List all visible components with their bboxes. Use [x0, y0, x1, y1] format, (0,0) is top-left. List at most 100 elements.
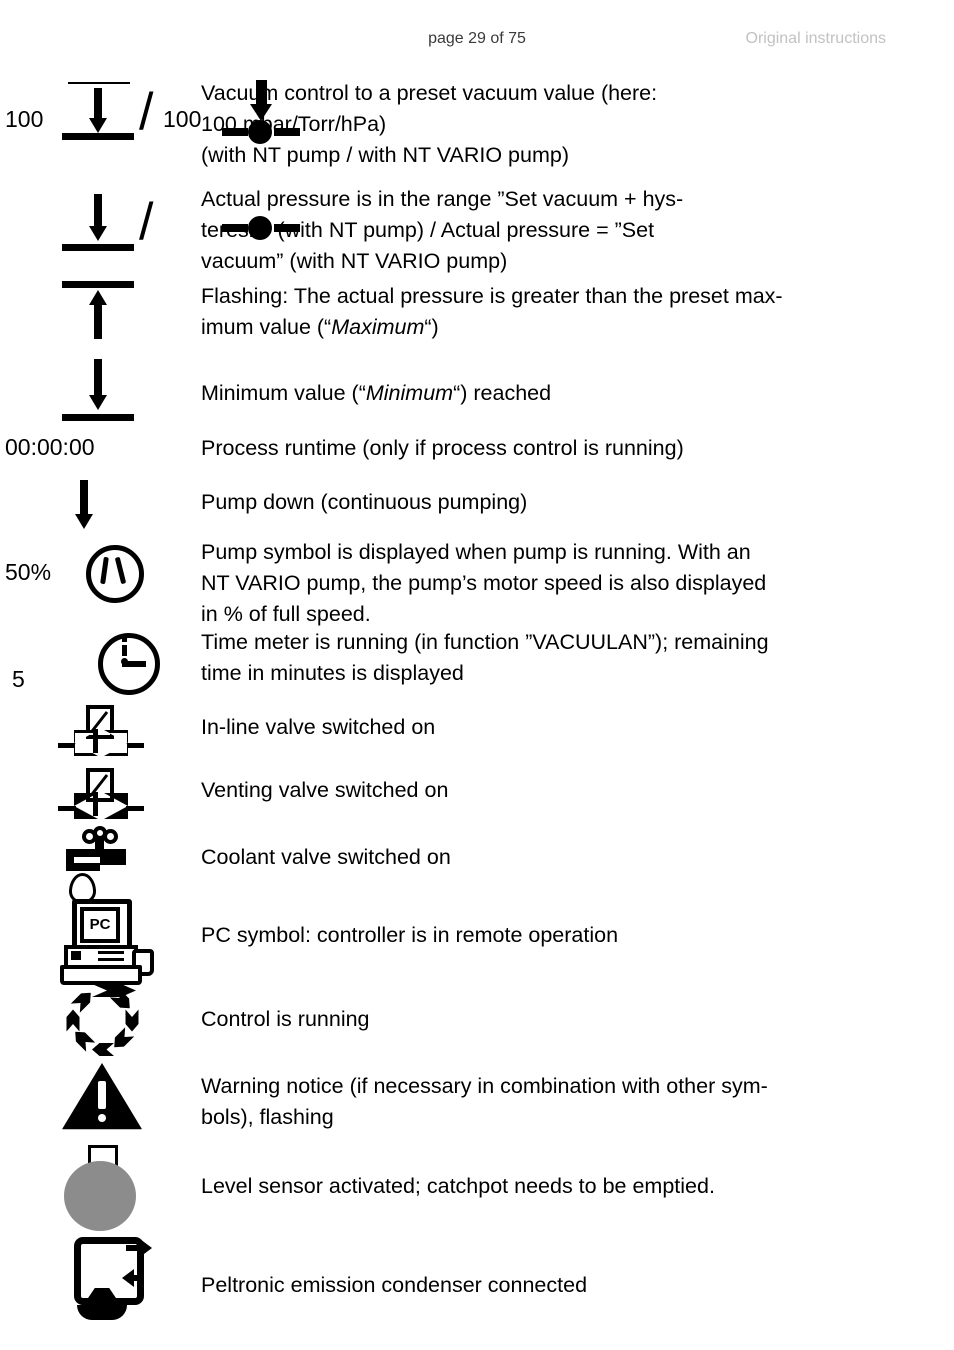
symbol-control-running: [0, 982, 196, 1061]
text-line: 100 mbar/Torr/hPa): [201, 112, 387, 136]
legend-row-process-runtime: 00:00:00 Process runtime (only if proces…: [0, 428, 954, 480]
time-meter-clock-icon: [98, 633, 160, 695]
text-line: imum value (“Maximum“): [201, 312, 887, 343]
text-fragment: imum value (“: [201, 315, 332, 339]
symbol-warning-notice: [0, 1061, 196, 1143]
text-line: Actual pressure is in the range ”Set vac…: [201, 187, 684, 211]
symbol-actual-pressure-in-range: /: [0, 178, 300, 278]
cycle-arrow: [110, 1027, 135, 1052]
valve-pipe-right: [126, 743, 144, 748]
maximum-up-arrow-icon: [62, 281, 134, 343]
tap-body-bottom: [66, 863, 100, 871]
legend-row-warning-notice: Warning notice (if necessary in combinat…: [0, 1061, 954, 1143]
peltronic-condenser-icon: [64, 1237, 154, 1325]
page-header: page 29 of 75 Original instructions: [0, 30, 954, 54]
symbol-value-left: 100: [5, 106, 44, 132]
text-line: Time meter is running (in function ”VACU…: [201, 630, 769, 654]
legend-row-maximum-exceeded: Flashing: The actual pressure is greater…: [0, 278, 954, 356]
legend-row-vacuum-control-preset: 100 / 100 Vacuum control to a preset vac…: [0, 72, 954, 178]
condenser-collector: [77, 1305, 127, 1320]
legend-row-peltronic: Peltronic emission condenser connected: [0, 1235, 954, 1331]
legend-text-warning-notice: Warning notice (if necessary in combinat…: [201, 1071, 887, 1133]
pc-drive-slot: [71, 951, 81, 960]
down-arrow-icon: [84, 88, 112, 134]
legend-text-maximum-exceeded: Flashing: The actual pressure is greater…: [201, 281, 887, 343]
clock-hand-minute: [121, 645, 127, 656]
original-instructions-note: Original instructions: [745, 30, 887, 47]
valve-center-stem: [93, 798, 98, 816]
time-meter-minutes-value: 5: [12, 666, 25, 692]
legend-row-level-sensor: Level sensor activated; catchpot needs t…: [0, 1143, 954, 1235]
legend-text-actual-pressure-in-range: Actual pressure is in the range ”Set vac…: [201, 184, 887, 277]
document-page: page 29 of 75 Original instructions 100 …: [0, 0, 954, 1350]
symbol-venting-valve: [0, 764, 196, 827]
cycle-arrow: [67, 1010, 80, 1032]
legend-text-time-meter: Time meter is running (in function ”VACU…: [201, 627, 887, 689]
symbol-time-meter: 5: [0, 627, 196, 701]
symbol-minimum-reached: [0, 356, 196, 428]
text-line: Pump down (continuous pumping): [201, 490, 528, 514]
text-line: In-line valve switched on: [201, 715, 436, 739]
tap-spout: [100, 857, 126, 865]
legend-row-coolant-valve: Coolant valve switched on: [0, 826, 954, 904]
legend-text-pump-running: Pump symbol is displayed when pump is ru…: [201, 537, 887, 630]
text-line: Vacuum control to a preset vacuum value …: [201, 81, 658, 105]
condenser-outlet-arrow: [140, 1239, 152, 1257]
text-line: Coolant valve switched on: [201, 845, 451, 869]
symbol-level-sensor: [0, 1143, 196, 1235]
legend-row-minimum-reached: Minimum value (“Minimum“) reached: [0, 356, 954, 428]
legend-row-pump-running: 50% Pump symbol is displayed when pump i…: [0, 534, 954, 627]
exclamation-dot: [98, 1114, 106, 1122]
pc-vent-line-1: [98, 951, 124, 954]
down-arrow-icon: [84, 359, 112, 411]
cycle-arrow: [71, 988, 96, 1013]
legend-text-vacuum-control-preset: Vacuum control to a preset vacuum value …: [201, 78, 887, 171]
exclamation-bar: [98, 1081, 106, 1109]
symbol-maximum-exceeded: [0, 278, 196, 356]
legend-text-venting-valve: Venting valve switched on: [201, 775, 887, 806]
icon-top-line: [68, 82, 130, 84]
text-line: Control is running: [201, 1007, 370, 1031]
icon-bottom-line: [62, 414, 134, 421]
nt-pump-setpoint-icon: [62, 82, 134, 142]
valve-pipe-right: [126, 806, 144, 811]
legend-text-minimum-reached: Minimum value (“Minimum“) reached: [201, 378, 887, 409]
text-line: Level sensor activated; catchpot needs t…: [201, 1174, 715, 1198]
icon-bottom-line: [62, 244, 134, 251]
cycle-arrow: [92, 984, 136, 997]
text-line: Venting valve switched on: [201, 778, 449, 802]
symbol-value-right: 100: [163, 106, 202, 132]
legend-text-level-sensor: Level sensor activated; catchpot needs t…: [201, 1171, 887, 1202]
legend-row-pc-remote: PC PC symbol: controller is in remote op…: [0, 897, 954, 985]
legend-row-time-meter: 5 Time meter is running (in function ”VA…: [0, 627, 954, 701]
pump-speed-value: 50%: [5, 559, 52, 585]
pc-screen-label: PC: [80, 907, 120, 943]
pump-circle: [86, 545, 144, 603]
level-sensor-flask-icon: [64, 1145, 144, 1231]
legend-text-pump-down: Pump down (continuous pumping): [201, 487, 887, 518]
icon-top-line: [62, 281, 134, 288]
text-line: PC symbol: controller is in remote opera…: [201, 923, 619, 947]
symbol-process-runtime: 00:00:00: [0, 428, 196, 480]
clock-center-dot: [120, 658, 128, 665]
text-line: Flashing: The actual pressure is greater…: [201, 284, 783, 308]
legend-text-pc-remote: PC symbol: controller is in remote opera…: [201, 920, 887, 951]
valve-triangle-left-inner: [75, 733, 93, 753]
clock-twelve-tick: [121, 636, 127, 642]
pump-down-arrow-icon: [70, 480, 98, 530]
emphasis-minimum: Minimum: [365, 381, 454, 405]
cycle-arrow: [92, 1043, 114, 1056]
separator-slash: /: [139, 83, 154, 141]
warning-triangle-icon: [62, 1063, 142, 1135]
cycle-arrow: [126, 1010, 139, 1032]
legend-row-venting-valve: Venting valve switched on: [0, 764, 954, 827]
legend-text-peltronic: Peltronic emission condenser connected: [201, 1270, 887, 1301]
text-line: in % of full speed.: [201, 602, 371, 626]
emphasis-maximum: Maximum: [331, 315, 425, 339]
valve-center-stem: [93, 735, 98, 753]
flask-bulb: [64, 1161, 136, 1231]
symbol-pc-remote: PC: [0, 897, 196, 985]
text-line: Warning notice (if necessary in combinat…: [201, 1074, 768, 1098]
text-fragment: “) reached: [453, 381, 552, 405]
symbol-coolant-valve: [0, 826, 196, 904]
